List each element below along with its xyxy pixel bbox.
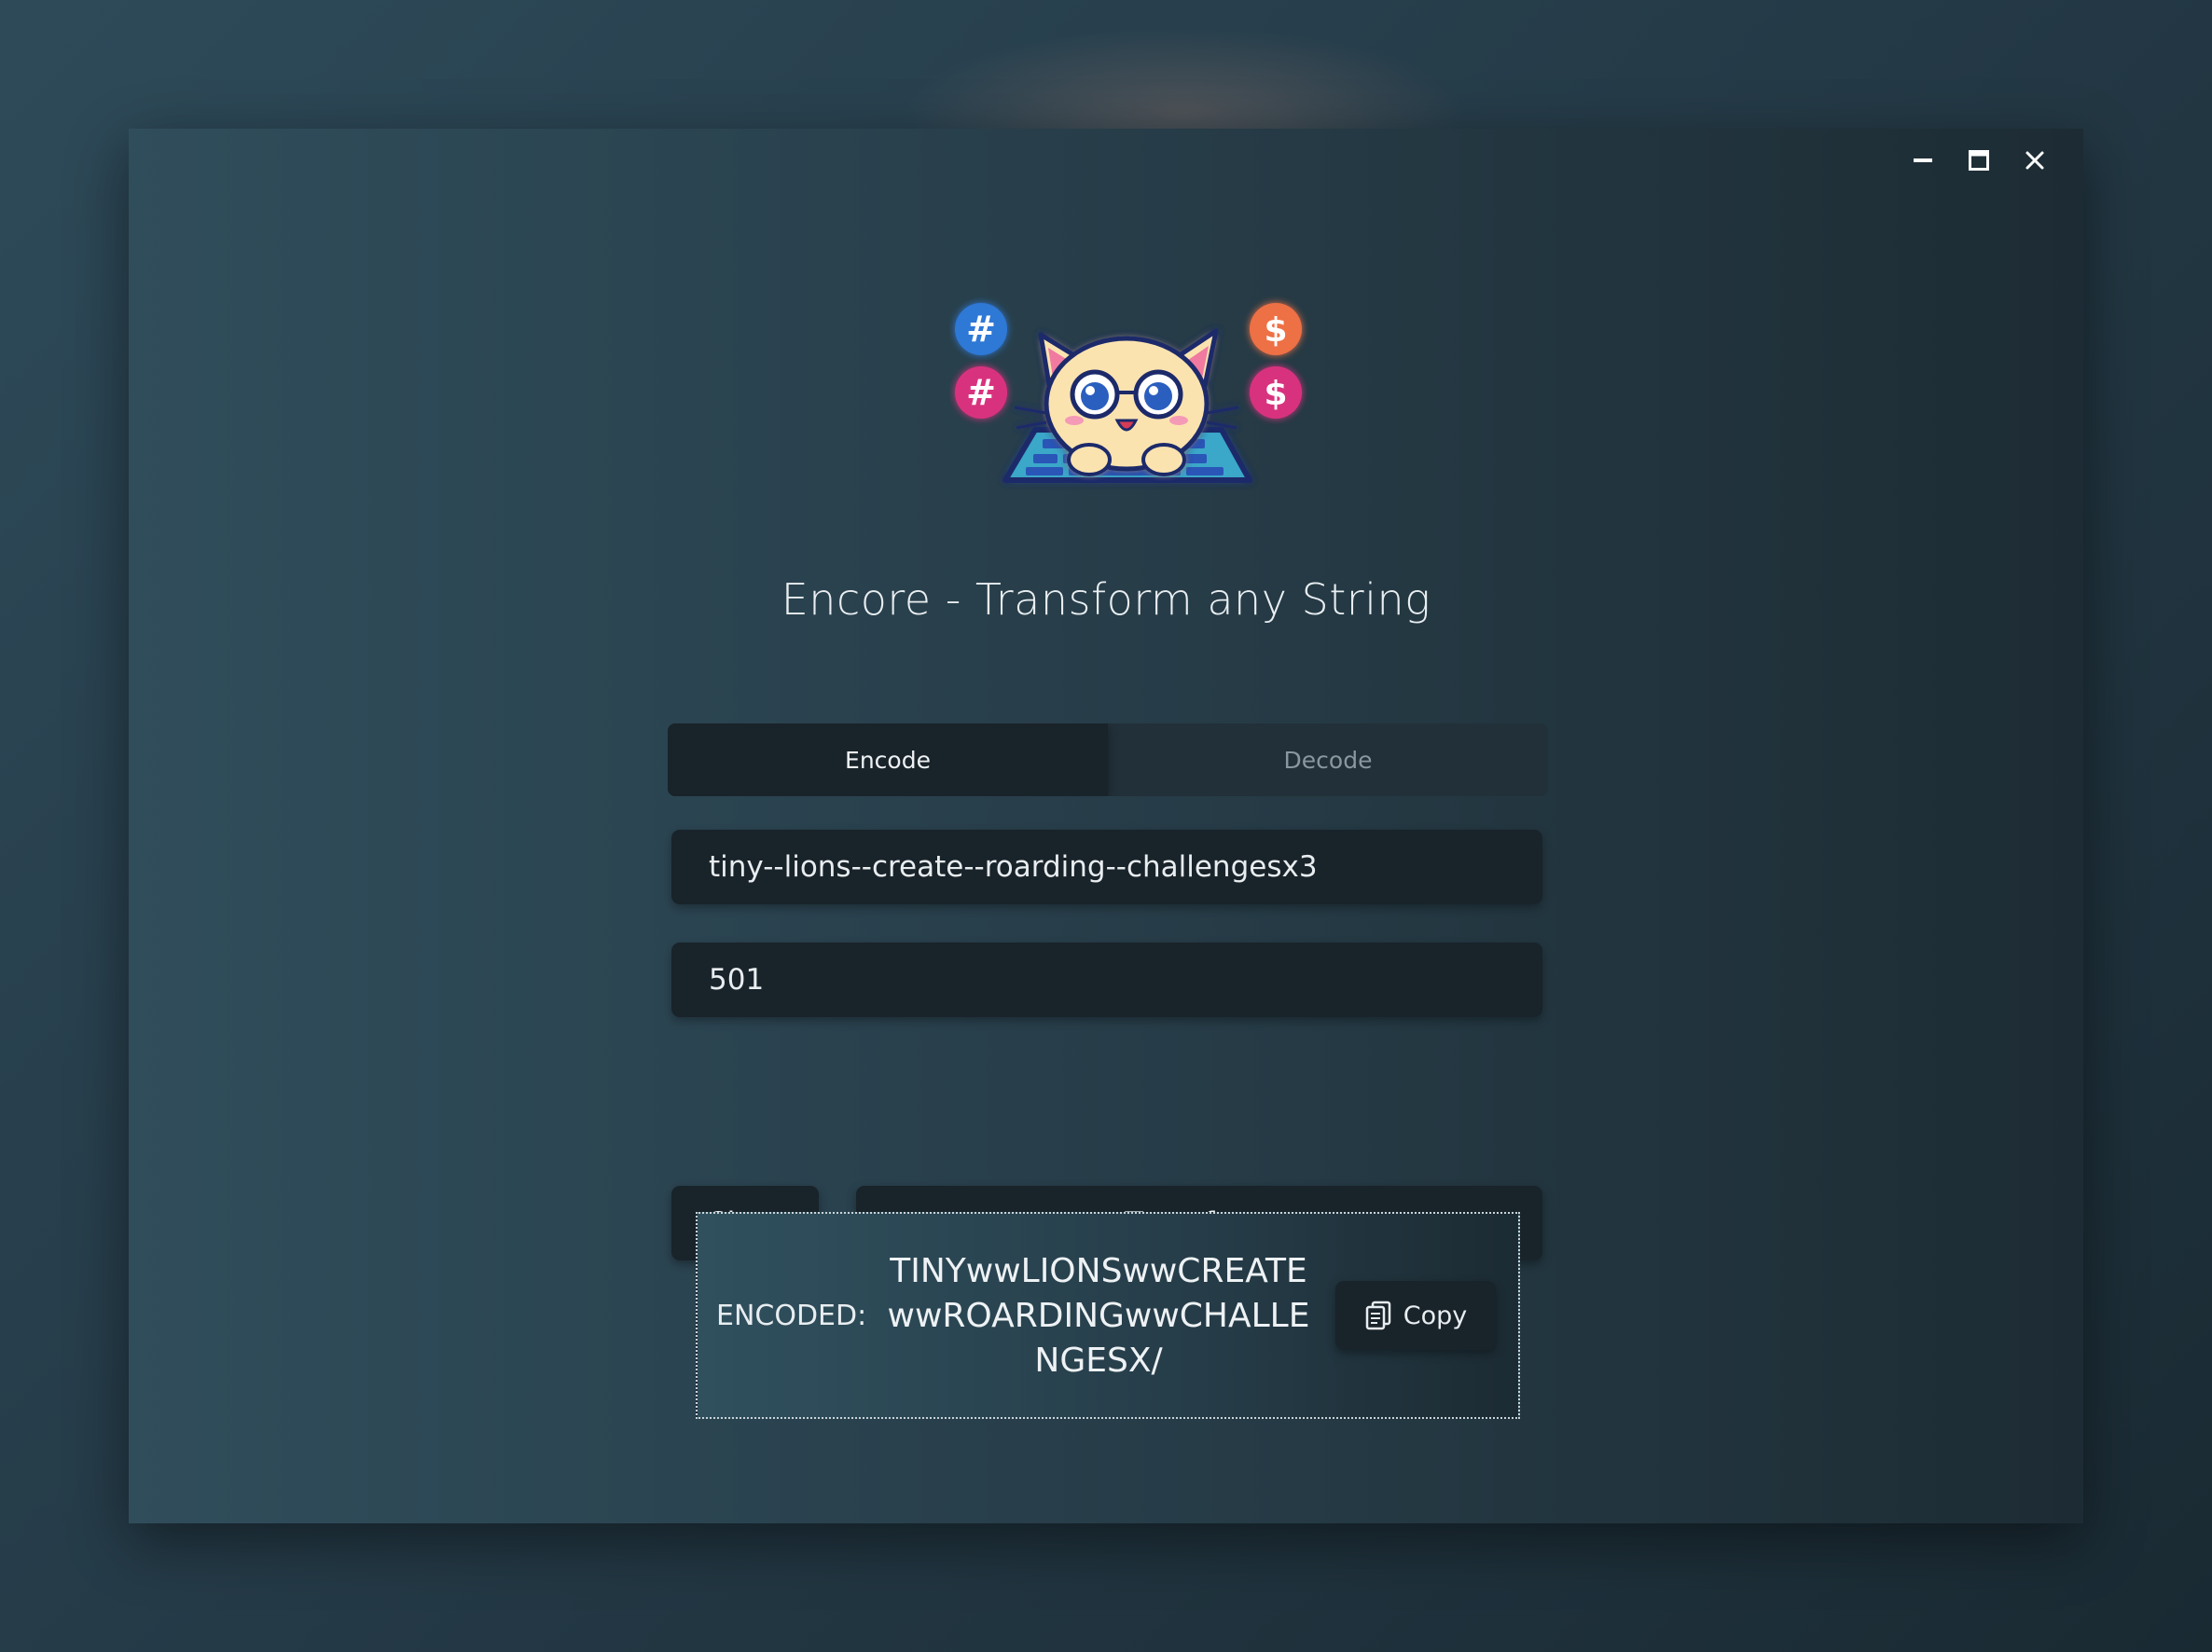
result-panel: ENCODED: TINYwwLIONSwwCREATEwwROARDINGww… xyxy=(696,1212,1520,1419)
tab-decode[interactable]: Decode xyxy=(1108,723,1548,796)
cat-logo: # # $ $ xyxy=(955,303,1302,483)
svg-text:$: $ xyxy=(1264,311,1287,350)
close-icon xyxy=(2025,151,2044,170)
svg-text:#: # xyxy=(966,372,996,413)
svg-text:#: # xyxy=(966,309,996,350)
copy-label: Copy xyxy=(1403,1301,1468,1330)
page-title: Encore - Transform any String xyxy=(781,574,1431,625)
mode-tabs: Encode Decode xyxy=(668,723,1548,796)
string-input[interactable]: tiny--lions--create--roarding--challenge… xyxy=(671,830,1542,904)
tab-encode[interactable]: Encode xyxy=(668,723,1108,796)
minimize-button[interactable] xyxy=(1904,142,1942,179)
close-button[interactable] xyxy=(2016,142,2053,179)
result-value: TINYwwLIONSwwCREATEwwROARDINGwwCHALLENGE… xyxy=(887,1252,1310,1380)
app-window: # # $ $ Encore - Transform any String En… xyxy=(129,129,2083,1523)
maximize-icon xyxy=(1969,150,1989,171)
copy-button[interactable]: Copy xyxy=(1335,1281,1496,1350)
copy-icon xyxy=(1365,1301,1390,1330)
maximize-button[interactable] xyxy=(1960,142,1998,179)
result-label: ENCODED: xyxy=(716,1299,867,1332)
key-input[interactable]: 501 xyxy=(671,943,1542,1017)
svg-text:$: $ xyxy=(1264,375,1287,413)
minimize-icon xyxy=(1914,158,1932,162)
